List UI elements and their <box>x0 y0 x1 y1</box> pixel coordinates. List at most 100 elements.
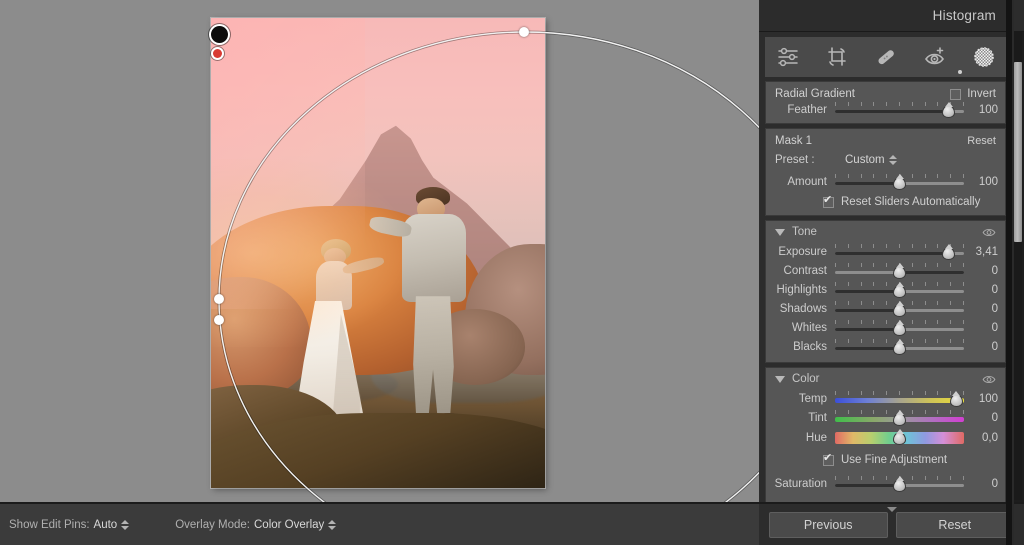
tone-slider-value: 0 <box>991 321 998 334</box>
triangle-down-icon[interactable] <box>775 228 785 236</box>
panel-scroll-container[interactable]: Radial Gradient Invert Feather 100 Mask … <box>759 32 1012 502</box>
histogram-header[interactable]: Histogram <box>759 0 1024 32</box>
temp-value: 100 <box>978 392 998 405</box>
show-edit-pins-stepper-icon[interactable] <box>121 519 130 530</box>
saturation-thumb[interactable] <box>893 475 906 492</box>
window-right-border <box>1012 0 1014 545</box>
feather-label: Feather <box>787 104 827 116</box>
fine-adjust-row[interactable]: Use Fine Adjustment <box>765 449 1006 474</box>
eye-icon[interactable] <box>982 227 996 238</box>
radial-gradient-card: Radial Gradient Invert Feather 100 <box>765 81 1006 124</box>
tone-slider-thumb[interactable] <box>893 338 906 355</box>
mask-reset-link[interactable]: Reset <box>967 135 996 147</box>
tone-header-left[interactable]: Tone <box>775 226 817 238</box>
overlay-mode-value[interactable]: Color Overlay <box>254 519 324 531</box>
amount-track[interactable] <box>835 173 964 191</box>
color-header[interactable]: Color <box>765 367 1006 389</box>
tone-slider-track[interactable] <box>835 243 964 261</box>
photo-frame[interactable] <box>211 18 545 488</box>
tone-slider-track-fill <box>899 270 964 274</box>
crop-icon[interactable] <box>825 45 849 69</box>
ellipse-handle-left-lower[interactable] <box>214 315 224 325</box>
feather-track-fill <box>835 110 949 113</box>
mask-color-dot[interactable] <box>213 49 222 58</box>
triangle-down-icon[interactable] <box>775 375 785 383</box>
show-edit-pins-group[interactable]: Show Edit Pins: Auto <box>9 518 130 531</box>
tint-thumb[interactable] <box>893 409 906 426</box>
color-header-left[interactable]: Color <box>775 373 819 385</box>
preset-row[interactable]: Preset : Custom <box>765 152 1006 172</box>
tone-slider-row[interactable]: Blacks 0 <box>765 337 1006 356</box>
tone-slider-row[interactable]: Exposure 3,41 <box>765 242 1006 261</box>
auto-reset-row[interactable]: Reset Sliders Automatically <box>765 191 1006 216</box>
tone-slider-list: Exposure 3,41 Contrast 0 Highlights 0 Shadows 0… <box>765 242 1006 356</box>
tone-slider-value: 0 <box>991 302 998 315</box>
feather-thumb[interactable] <box>942 102 956 118</box>
previous-button[interactable]: Previous <box>769 511 888 538</box>
tone-slider-track-fill <box>835 327 900 331</box>
tone-slider-thumb[interactable] <box>893 319 906 336</box>
triangle-down-icon[interactable] <box>886 507 897 512</box>
invert-checkbox[interactable] <box>950 88 962 100</box>
tone-slider-label: Exposure <box>778 245 827 258</box>
red-eye-icon[interactable] <box>923 45 947 69</box>
saturation-slider-row[interactable]: Saturation 0 <box>765 474 1006 493</box>
tone-header[interactable]: Tone <box>765 220 1006 242</box>
tint-track[interactable] <box>835 409 964 427</box>
feather-slider-row[interactable]: Feather 100 <box>765 102 1006 124</box>
tone-slider-thumb[interactable] <box>942 243 956 260</box>
mask-1-title: Mask 1 <box>775 135 813 147</box>
preset-stepper-icon[interactable] <box>888 155 897 165</box>
overlay-mode-stepper-icon[interactable] <box>328 519 337 530</box>
tone-slider-row[interactable]: Whites 0 <box>765 318 1006 337</box>
reset-button[interactable]: Reset <box>895 511 1014 538</box>
hue-track[interactable] <box>835 429 964 447</box>
tone-slider-label: Contrast <box>783 264 827 277</box>
overlay-mode-group[interactable]: Overlay Mode: Color Overlay <box>175 519 337 531</box>
tone-slider-track[interactable] <box>835 262 964 280</box>
tone-slider-row[interactable]: Contrast 0 <box>765 261 1006 280</box>
tone-slider-thumb[interactable] <box>893 300 906 317</box>
preset-value[interactable]: Custom <box>845 154 885 166</box>
invert-toggle[interactable]: Invert <box>950 88 996 100</box>
feather-track[interactable] <box>835 101 964 119</box>
show-edit-pins-label: Show Edit Pins: <box>9 518 90 531</box>
tint-slider-row[interactable]: Tint 0 <box>765 408 1006 427</box>
heal-icon[interactable] <box>874 45 898 69</box>
tone-slider-value: 3,41 <box>975 245 998 258</box>
image-canvas[interactable] <box>0 0 759 502</box>
basic-adjust-icon[interactable] <box>776 45 800 69</box>
tone-slider-row[interactable]: Shadows 0 <box>765 299 1006 318</box>
panel-scrollbar-thumb[interactable] <box>1014 62 1022 242</box>
preset-label: Preset : <box>775 154 815 166</box>
show-edit-pins-value[interactable]: Auto <box>94 519 118 531</box>
tone-slider-track[interactable] <box>835 281 964 299</box>
amount-value: 100 <box>978 175 998 188</box>
auto-reset-checkbox[interactable] <box>823 194 834 208</box>
tone-slider-row[interactable]: Highlights 0 <box>765 280 1006 299</box>
temp-track[interactable] <box>835 390 964 408</box>
tone-slider-thumb[interactable] <box>893 281 906 298</box>
temp-thumb[interactable] <box>949 390 963 407</box>
hue-value: 0,0 <box>982 432 998 444</box>
amount-thumb[interactable] <box>893 173 906 190</box>
bride-arm <box>341 255 386 277</box>
tone-slider-label: Blacks <box>793 340 827 353</box>
temp-slider-row[interactable]: Temp 100 <box>765 389 1006 408</box>
tone-slider-track[interactable] <box>835 338 964 356</box>
masking-icon[interactable] <box>972 45 996 69</box>
hue-thumb[interactable] <box>893 429 906 445</box>
ellipse-handle-top[interactable] <box>519 27 529 37</box>
eye-icon[interactable] <box>982 374 996 385</box>
groom-trousers <box>413 296 454 428</box>
hue-slider-row[interactable]: Hue 0,0 <box>765 427 1006 449</box>
mask-1-card: Mask 1 Reset Preset : Custom Amount 100 … <box>765 128 1006 216</box>
fine-adjust-checkbox[interactable] <box>823 452 834 466</box>
radial-gradient-pin[interactable] <box>211 26 228 43</box>
tone-slider-track[interactable] <box>835 300 964 318</box>
tone-slider-track[interactable] <box>835 319 964 337</box>
tone-slider-thumb[interactable] <box>893 262 906 279</box>
saturation-track[interactable] <box>835 475 964 493</box>
ellipse-handle-left[interactable] <box>214 294 224 304</box>
amount-slider-row[interactable]: Amount 100 <box>765 172 1006 191</box>
